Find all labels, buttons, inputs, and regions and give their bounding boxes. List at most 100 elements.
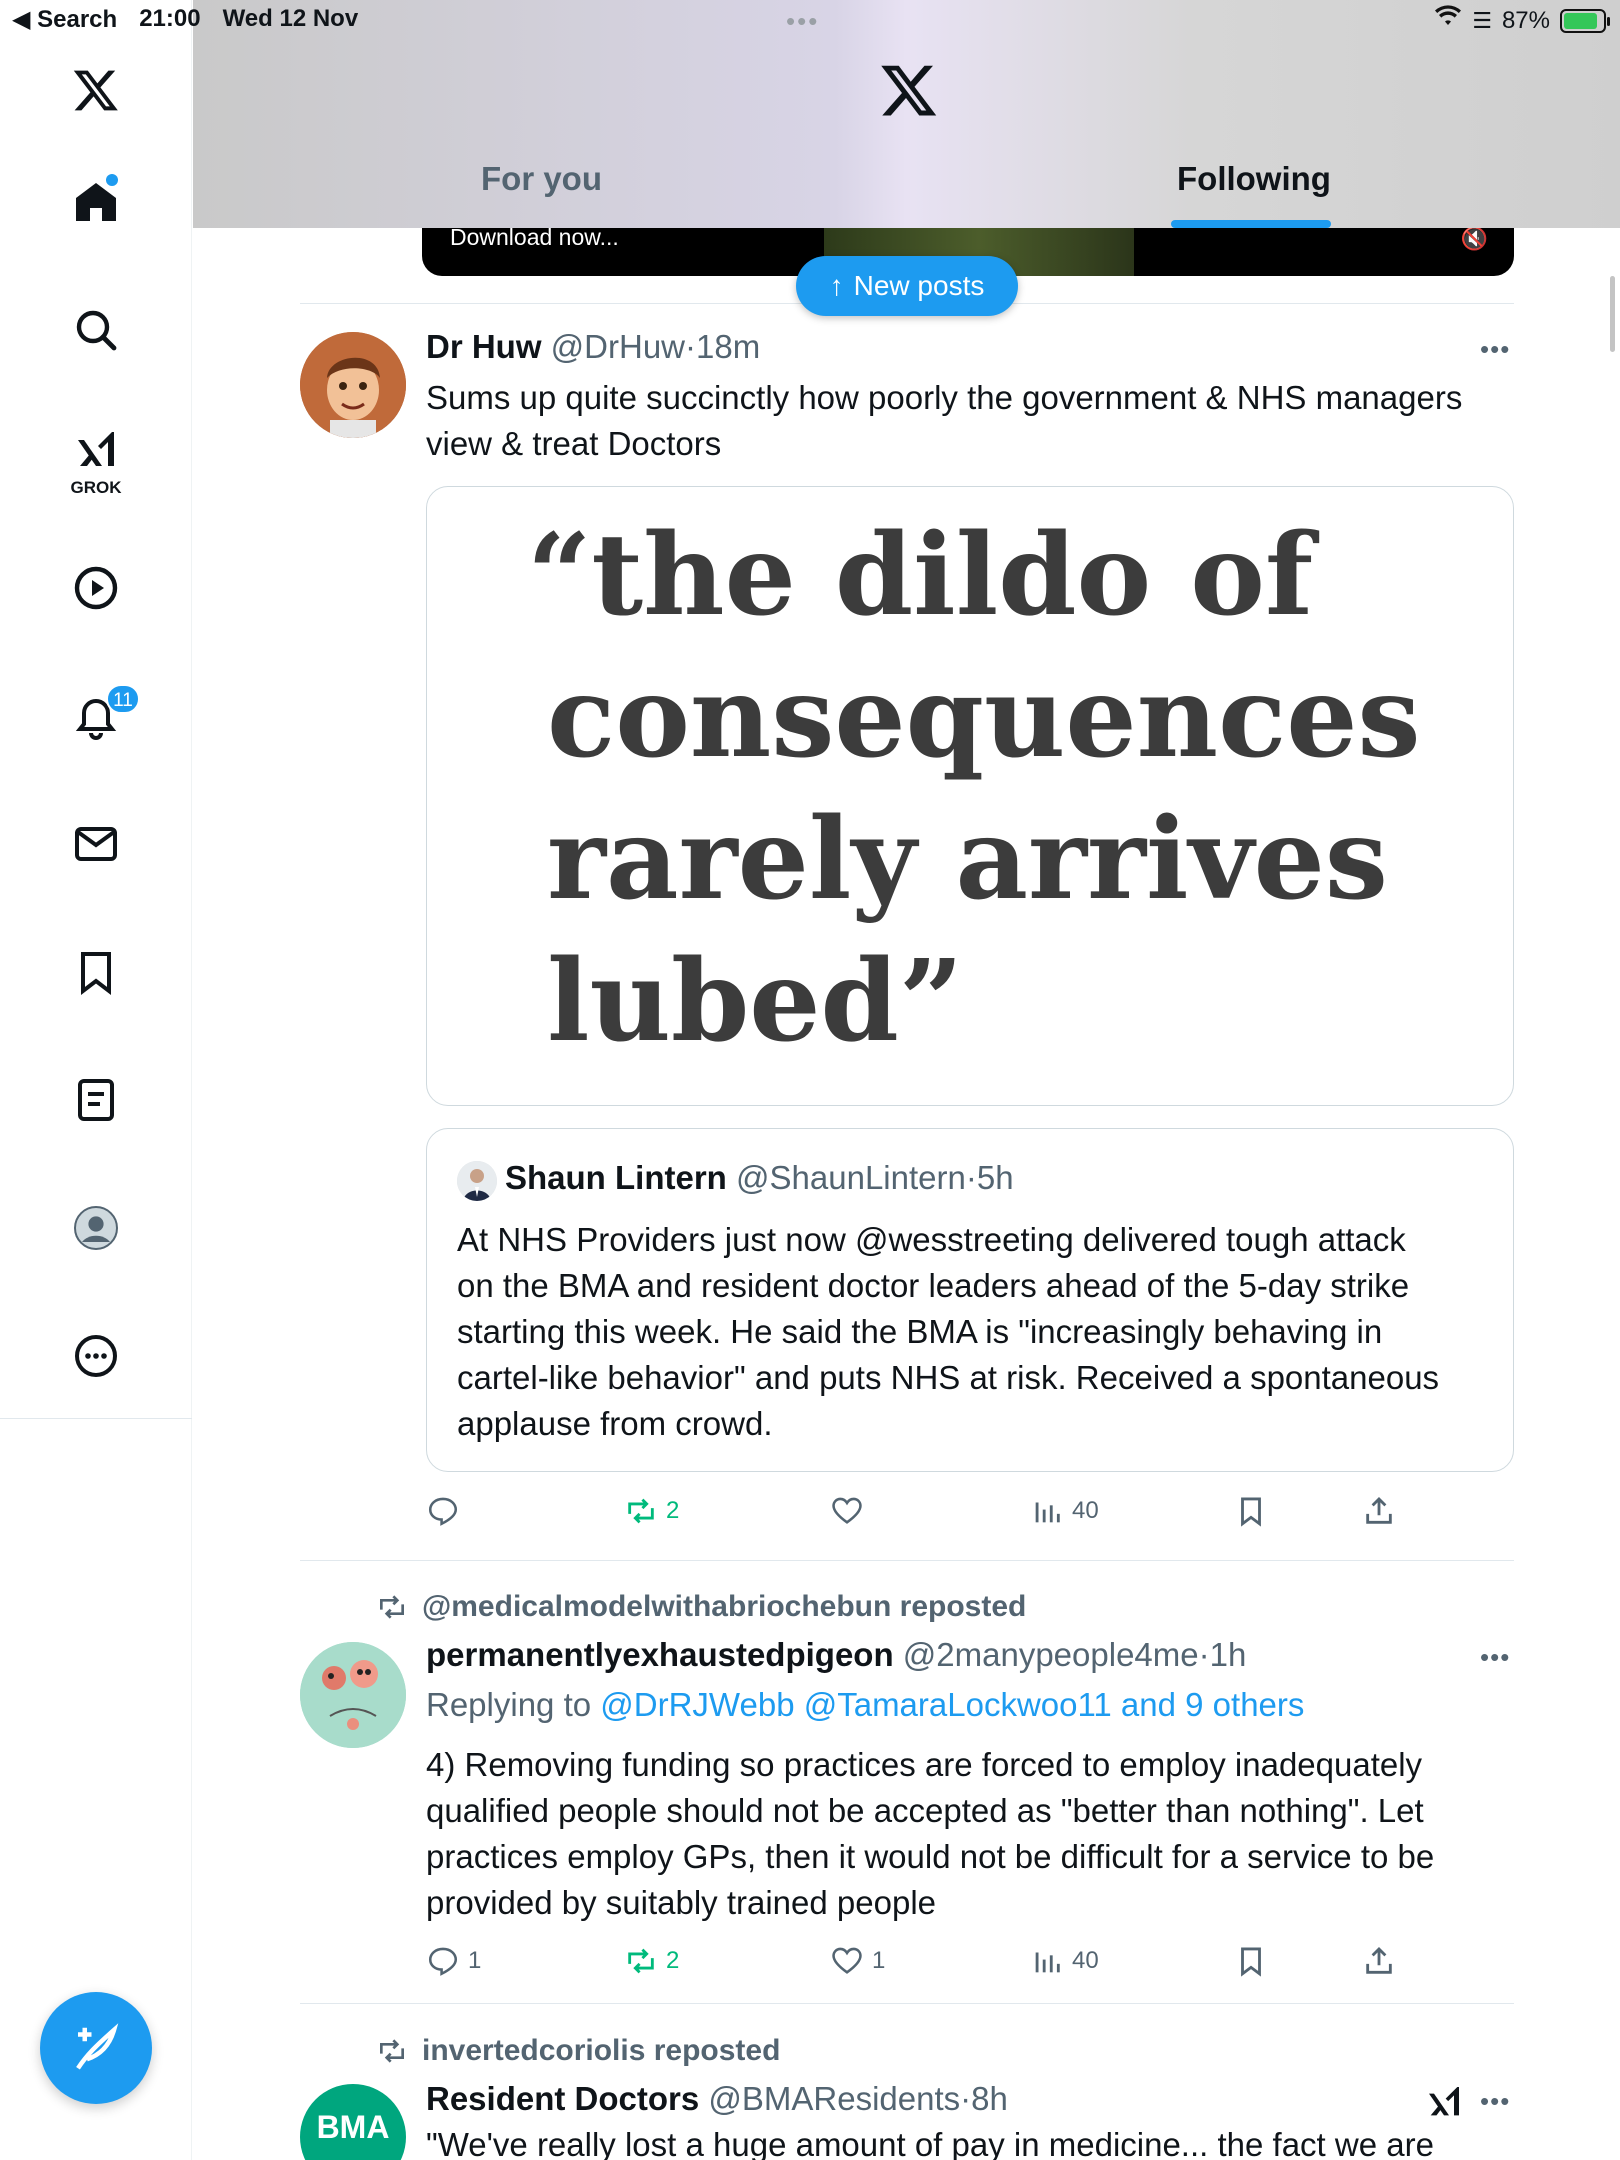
orientation-lock-icon: ☰ xyxy=(1472,7,1492,33)
author-name[interactable]: Dr Huw xyxy=(426,328,542,365)
dot-separator: · xyxy=(1198,1636,1210,1673)
reply-icon xyxy=(428,1947,458,1976)
battery-icon xyxy=(1560,8,1610,33)
replying-to-line: Replying to @DrRJWebb @TamaraLockwoo11 a… xyxy=(426,1686,1304,1724)
repost-button[interactable]: 2 xyxy=(624,1494,679,1528)
reply-button[interactable] xyxy=(426,1494,468,1528)
post-author-line: Resident Doctors @BMAResidents·8h xyxy=(426,2080,1008,2118)
quoted-post-card[interactable]: Shaun Lintern @ShaunLintern·5h At NHS Pr… xyxy=(426,1128,1514,1472)
quoted-text-line: starting this week. He said the BMA is "… xyxy=(457,1313,1383,1350)
compose-post-button[interactable] xyxy=(40,1992,152,2104)
post-actions: 1 2 1 40 xyxy=(426,1944,1514,1994)
post-actions: 2 40 xyxy=(426,1494,1514,1544)
x-logo-icon[interactable] xyxy=(879,60,939,120)
author-name[interactable]: permanentlyexhaustedpigeon xyxy=(426,1636,894,1673)
avatar[interactable]: BMA xyxy=(300,2084,406,2160)
grok-icon[interactable] xyxy=(64,418,128,482)
author-handle[interactable]: @2manypeople4me xyxy=(903,1636,1199,1673)
post-time[interactable]: 18m xyxy=(696,328,760,365)
reply-button[interactable]: 1 xyxy=(426,1944,481,1978)
arrow-up-icon: ↑ xyxy=(829,270,844,301)
avatar[interactable] xyxy=(300,1642,406,1748)
post-time[interactable]: 1h xyxy=(1210,1636,1247,1673)
quoted-author-avatar xyxy=(457,1161,497,1201)
x-logo-icon[interactable] xyxy=(64,58,128,122)
bookmarks-icon[interactable] xyxy=(64,940,128,1004)
share-button[interactable] xyxy=(1362,1494,1396,1528)
mute-icon[interactable]: 🔇 xyxy=(1461,226,1488,252)
bma-avatar-text: BMA xyxy=(316,2108,390,2145)
search-icon[interactable] xyxy=(64,298,128,362)
post-text-line: "We've really lost a huge amount of pay … xyxy=(426,2126,1434,2160)
repost-icon xyxy=(380,1595,404,1619)
quote-image-line: lubed” xyxy=(547,936,964,1067)
lists-icon[interactable] xyxy=(64,1068,128,1132)
grok-label: GROK xyxy=(70,478,122,497)
back-to-search-link[interactable]: ◀ Search xyxy=(12,5,117,34)
avatar[interactable] xyxy=(300,332,406,438)
like-button[interactable]: 1 xyxy=(830,1944,885,1978)
multitasking-dots-icon[interactable]: ••• xyxy=(786,6,819,37)
video-play-icon[interactable] xyxy=(64,556,128,620)
notifications-badge: 11 xyxy=(106,684,140,714)
post-author-line: Dr Huw @DrHuw·18m xyxy=(426,328,760,366)
battery-percentage: 87% xyxy=(1501,6,1550,34)
dot-separator: · xyxy=(685,328,697,365)
bookmark-button[interactable] xyxy=(1234,1494,1268,1528)
views-button[interactable]: 40 xyxy=(1030,1944,1099,1978)
replying-to-links[interactable]: @DrRJWebb @TamaraLockwoo11 and 9 others xyxy=(600,1686,1304,1723)
post-text: Sums up quite succinctly how poorly the … xyxy=(426,375,1516,467)
post-text-line: 4) Removing funding so practices are for… xyxy=(426,1746,1423,1783)
share-button[interactable] xyxy=(1362,1944,1396,1978)
dot-separator: · xyxy=(960,2080,972,2117)
status-time: 21:00 xyxy=(139,5,201,32)
heart-icon xyxy=(832,1497,862,1524)
grok-explain-icon[interactable] xyxy=(1424,2082,1464,2122)
post-divider xyxy=(300,2003,1514,2004)
views-button[interactable]: 40 xyxy=(1030,1494,1099,1528)
repost-button[interactable]: 2 xyxy=(624,1944,679,1978)
quoted-text-line: applause from crowd. xyxy=(457,1405,773,1442)
view-count: 40 xyxy=(1072,1947,1099,1974)
like-button[interactable] xyxy=(830,1494,872,1528)
reply-icon xyxy=(428,1497,458,1526)
repost-icon xyxy=(380,2039,404,2063)
post-image-quote[interactable]: “the dildo of consequences rarely arrive… xyxy=(426,486,1514,1106)
post-author-line: permanentlyexhaustedpigeon @2manypeople4… xyxy=(426,1636,1246,1674)
bookmark-button[interactable] xyxy=(1234,1944,1268,1978)
more-options-icon[interactable] xyxy=(64,1324,128,1388)
scrollbar[interactable] xyxy=(1610,276,1615,352)
new-posts-button[interactable]: ↑ New posts xyxy=(796,256,1018,316)
tab-following[interactable]: Following xyxy=(1177,160,1331,198)
quoted-author-name: Shaun Lintern xyxy=(505,1159,727,1196)
view-count: 40 xyxy=(1072,1497,1099,1524)
messages-envelope-icon[interactable] xyxy=(64,812,128,876)
quote-image-line: “the dildo of xyxy=(527,510,1314,641)
bookmark-icon xyxy=(1241,1947,1261,1977)
post-divider xyxy=(300,1560,1514,1561)
tab-for-you[interactable]: For you xyxy=(481,160,602,198)
post-time[interactable]: 8h xyxy=(971,2080,1008,2117)
more-options-icon[interactable]: ••• xyxy=(1480,1642,1510,1673)
reposted-by-text[interactable]: invertedcoriolis reposted xyxy=(422,2034,780,2068)
post-text-line: qualified people should not be accepted … xyxy=(426,1792,1424,1829)
profile-avatar-icon[interactable] xyxy=(64,1196,128,1260)
reposted-by-line: @medicalmodelwithabriochebun reposted xyxy=(376,1590,1026,1624)
author-name[interactable]: Resident Doctors xyxy=(426,2080,699,2117)
author-handle[interactable]: @DrHuw xyxy=(551,328,685,365)
compose-feather-icon xyxy=(76,2023,119,2070)
heart-icon xyxy=(832,1947,862,1974)
more-options-icon[interactable]: ••• xyxy=(1480,2086,1510,2117)
quoted-text-line: on the BMA and resident doctor leaders a… xyxy=(457,1267,1410,1304)
repost-count: 2 xyxy=(666,1497,680,1524)
post-text-line: Sums up quite succinctly how poorly the … xyxy=(426,379,1463,416)
repost-icon xyxy=(628,1498,654,1524)
author-handle[interactable]: @BMAResidents xyxy=(708,2080,960,2117)
reposted-by-text[interactable]: @medicalmodelwithabriochebun reposted xyxy=(422,1590,1026,1624)
reply-count: 1 xyxy=(468,1947,482,1974)
replying-prefix: Replying to xyxy=(426,1686,592,1723)
repost-icon xyxy=(628,1948,654,1974)
home-icon[interactable] xyxy=(64,170,128,234)
reposted-by-line: invertedcoriolis reposted xyxy=(376,2034,780,2068)
more-options-icon[interactable]: ••• xyxy=(1480,334,1510,365)
